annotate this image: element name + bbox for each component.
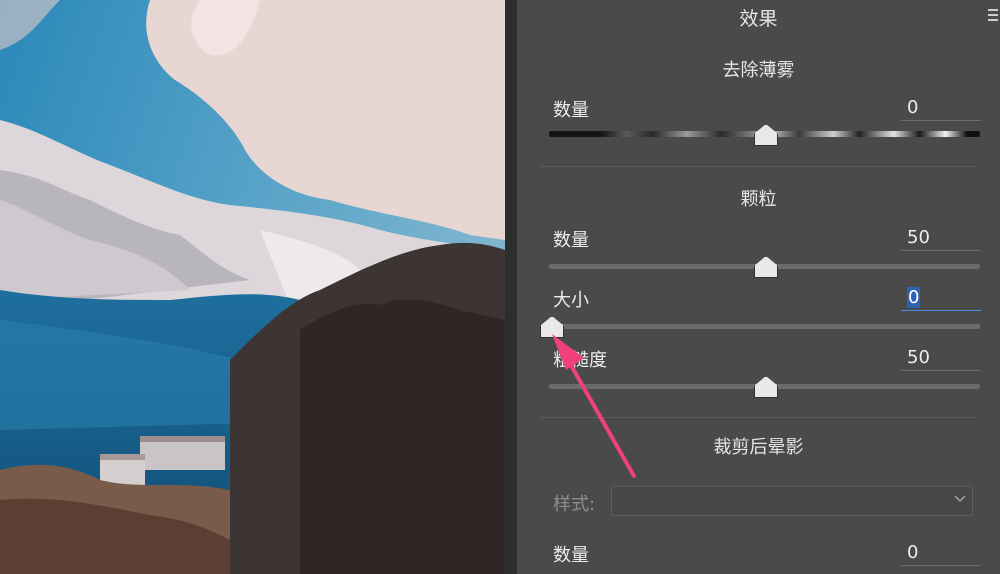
grain-amount-value[interactable]: 50: [901, 226, 981, 251]
hamburger-menu-icon[interactable]: [986, 6, 1000, 22]
panel-title: 效果: [739, 8, 778, 30]
dehaze-amount-label: 数量: [553, 100, 589, 121]
landscape-image: [0, 0, 505, 574]
section-title-grain: 颗粒: [740, 189, 777, 210]
grain-size-value[interactable]: 0: [901, 286, 981, 311]
dehaze-amount-value[interactable]: 0: [901, 96, 981, 121]
panel-divider: [505, 0, 517, 574]
grain-roughness-value[interactable]: 50: [901, 346, 981, 371]
vignette-amount-label: 数量: [553, 545, 589, 566]
grain-size-label: 大小: [553, 290, 589, 311]
grain-roughness-label: 粗糙度: [553, 350, 607, 371]
effects-panel: 效果 去除薄雾 数量 0 颗粒 数量 50 大小 0 粗糙度 50 裁剪后晕影 …: [517, 0, 1000, 574]
grain-size-slider[interactable]: [549, 324, 980, 329]
section-divider: [541, 166, 976, 167]
grain-size-selected-text: 0: [907, 287, 921, 308]
chevron-down-icon: [954, 495, 966, 503]
vignette-style-label: 样式:: [553, 494, 596, 515]
photo-canvas: [0, 0, 505, 574]
vignette-style-select[interactable]: [611, 486, 973, 516]
section-title-vignette: 裁剪后晕影: [713, 437, 804, 458]
grain-amount-label: 数量: [553, 230, 589, 251]
vignette-amount-value[interactable]: 0: [901, 541, 981, 566]
section-title-dehaze: 去除薄雾: [722, 60, 795, 81]
section-divider: [541, 417, 976, 418]
